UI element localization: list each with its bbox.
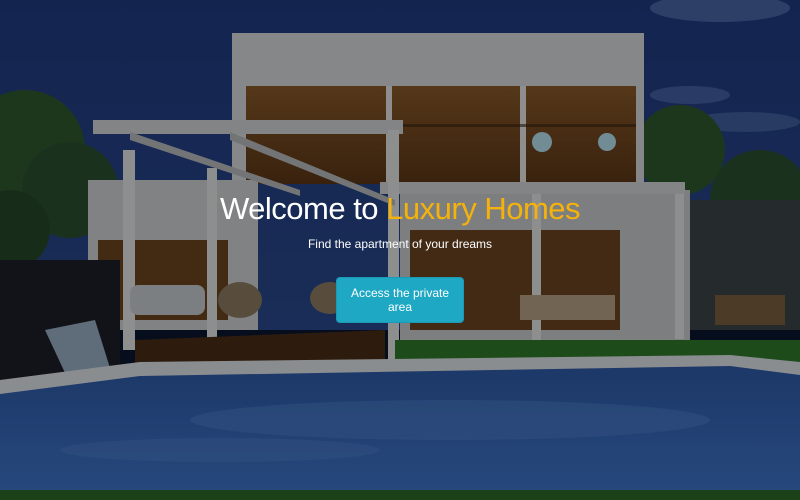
hero-title-prefix: Welcome to [219,191,387,226]
hero-content: Welcome to Luxury Homes Find the apartme… [0,190,800,323]
hero-title: Welcome to Luxury Homes [0,190,800,228]
hero-title-accent: Luxury Homes [386,191,581,226]
hero-section: Welcome to Luxury Homes Find the apartme… [0,0,800,500]
hero-subtitle: Find the apartment of your dreams [307,237,493,251]
private-area-button[interactable]: Access the private area [336,277,464,323]
